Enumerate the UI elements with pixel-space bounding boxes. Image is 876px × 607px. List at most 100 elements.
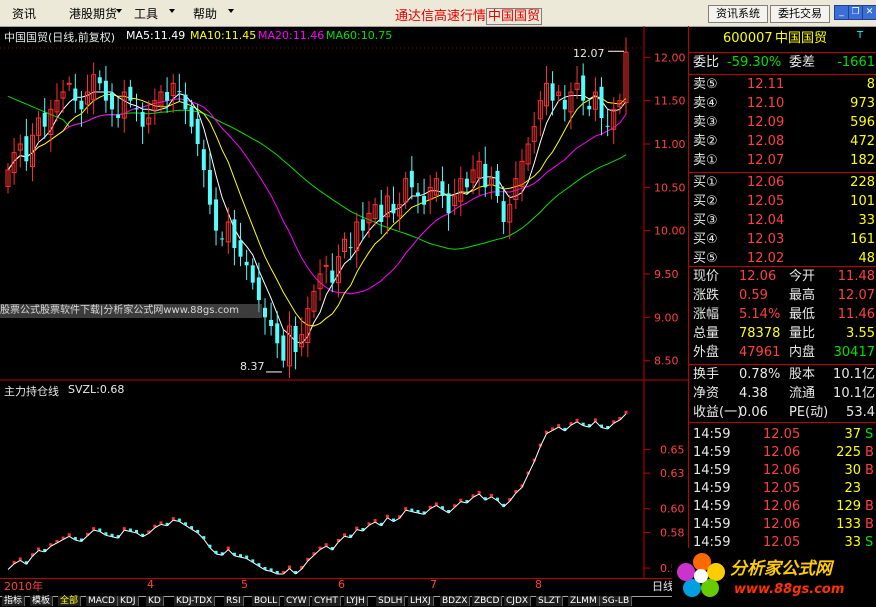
tab-zbcd[interactable]: ZBCD (472, 596, 503, 606)
tab-cjdx[interactable]: CJDX (504, 596, 532, 606)
candle-body-down (464, 178, 469, 188)
candle-body-down (281, 335, 286, 361)
low-label: 8.37 (240, 360, 265, 373)
tab-slzt[interactable]: SLZT (536, 596, 564, 606)
tab-rsi[interactable]: RSI (224, 596, 244, 606)
window-title: 通达信高速行情 中国国贸 (395, 8, 543, 25)
kline-chart[interactable]: 12.00 11.50 11.00 10.50 10.00 9.50 9.00 8.50 0.… (0, 26, 688, 578)
tab-cyw[interactable]: CYW (284, 596, 310, 606)
stock-code: 600007 (723, 31, 773, 46)
tab-lhxj[interactable]: LHXJ (408, 596, 434, 606)
svzl-marker (202, 536, 206, 540)
ma20-line (7, 98, 627, 295)
ma10-legend: MA10:11.45 (190, 29, 257, 42)
tab-sg-lb[interactable]: SG-LB (600, 596, 633, 606)
candle-body-down (360, 219, 365, 231)
candle-body-down (110, 92, 115, 110)
row-volume: 973 (850, 96, 875, 111)
row-price: 12.04 (747, 213, 785, 228)
stock-mark: T (857, 30, 864, 41)
tick-cell: 14:59 (693, 445, 731, 460)
stat-cell: 4.38 (739, 386, 768, 401)
row-price: 12.08 (747, 134, 785, 149)
sell-row: 卖③ 12.09 596 (689, 114, 876, 132)
svzl-line-segment (117, 529, 125, 539)
svzl-marker (459, 498, 463, 502)
tab-指标[interactable]: 指标 (2, 596, 26, 606)
close-icon[interactable]: ✕ (862, 5, 876, 20)
svzl-marker (73, 537, 77, 541)
svzl-line-segment (399, 509, 407, 519)
ma60-line (7, 95, 627, 250)
stat-cell: 0.78% (739, 367, 781, 382)
tab-macd[interactable]: MACD (86, 596, 118, 606)
tick-row: 14:59 12.05 23 (689, 480, 876, 498)
menu-item-help[interactable]: 帮助 (193, 5, 217, 22)
minimize-icon[interactable]: _ (834, 5, 849, 20)
candle-body-down (562, 99, 567, 110)
row-volume: 228 (850, 175, 875, 190)
candle-body-down (599, 86, 604, 118)
tab-zlmm[interactable]: ZLMM (568, 596, 600, 606)
svzl-marker (434, 502, 438, 506)
candle-body-down (177, 91, 182, 93)
svzl-marker (440, 506, 444, 510)
period-label[interactable]: 日线 (652, 578, 674, 594)
stat-cell: 11.48 (837, 269, 875, 284)
watermark-strip: 股票公式股票软件下载|分析家公式网www.88gs.com (0, 304, 262, 318)
row-label: 卖⑤ (693, 77, 718, 92)
date-label: 2010年 (4, 580, 43, 593)
tab-lyjh[interactable]: LYJH (344, 596, 368, 606)
candle-body-down (24, 136, 29, 162)
tab-全部[interactable]: 全部 (58, 596, 82, 606)
buy-row: 买② 12.05 101 (689, 193, 876, 211)
y-tick-label: 11.50 (654, 95, 686, 108)
stat-cell: 11.46 (837, 307, 875, 322)
tick-row: 14:59 12.06 129 B (689, 498, 876, 516)
svzl-line-segment (301, 560, 309, 570)
svzl-marker (489, 493, 493, 497)
svzl-marker (245, 555, 249, 559)
tab-sdlh[interactable]: SDLH (376, 596, 406, 606)
candle-body-down (446, 193, 451, 214)
svzl-marker (404, 507, 408, 511)
menu-item-hk-futures[interactable]: 港股期货 (69, 5, 117, 22)
tick-cell: B (865, 517, 874, 532)
candle-body-down (501, 201, 506, 222)
info-system-button[interactable]: 资讯系统 (708, 5, 768, 23)
y-tick-label: 11.00 (654, 138, 686, 151)
tab-cyht[interactable]: CYHT (312, 596, 341, 606)
tab-boll[interactable]: BOLL (252, 596, 281, 606)
tab-kdj-tdx[interactable]: KDJ-TDX (174, 596, 216, 606)
row-label: 卖① (693, 153, 718, 168)
candle-body-down (73, 88, 78, 101)
candle-body-down (483, 163, 488, 188)
tab-模板[interactable]: 模板 (30, 596, 54, 606)
svzl-marker (410, 508, 414, 512)
svzl-marker (239, 554, 243, 558)
candle-body-down (42, 112, 47, 127)
candle-body-down (103, 80, 108, 101)
candle-body-down (238, 240, 243, 257)
restore-icon[interactable]: ❐ (848, 5, 863, 20)
row-volume: 33 (858, 213, 875, 228)
svzl-line-segment (527, 461, 535, 475)
tick-row: 14:59 12.05 37 S (689, 426, 876, 444)
trade-button[interactable]: 委托交易 (770, 5, 830, 23)
indicator-tick-label: 0.65 (660, 443, 685, 456)
tab-kdj[interactable]: KDJ (118, 596, 139, 606)
menu-item-news[interactable]: 资讯 (12, 5, 36, 22)
candle-body-up (66, 82, 72, 85)
tick-cell: 14:59 (693, 517, 731, 532)
y-tick-label: 10.50 (654, 181, 686, 194)
y-tick-label: 8.50 (654, 355, 679, 368)
tab-bdzx[interactable]: BDZX (440, 596, 471, 606)
candle-body-down (134, 108, 139, 110)
stat-cell: 流通 (789, 386, 816, 401)
tick-cell: 133 (836, 517, 861, 532)
candle-body-down (97, 77, 102, 84)
tab-kd[interactable]: KD (146, 596, 164, 606)
svzl-marker (355, 526, 359, 530)
svzl-marker (269, 568, 273, 572)
menu-item-tools[interactable]: 工具 (134, 5, 158, 22)
